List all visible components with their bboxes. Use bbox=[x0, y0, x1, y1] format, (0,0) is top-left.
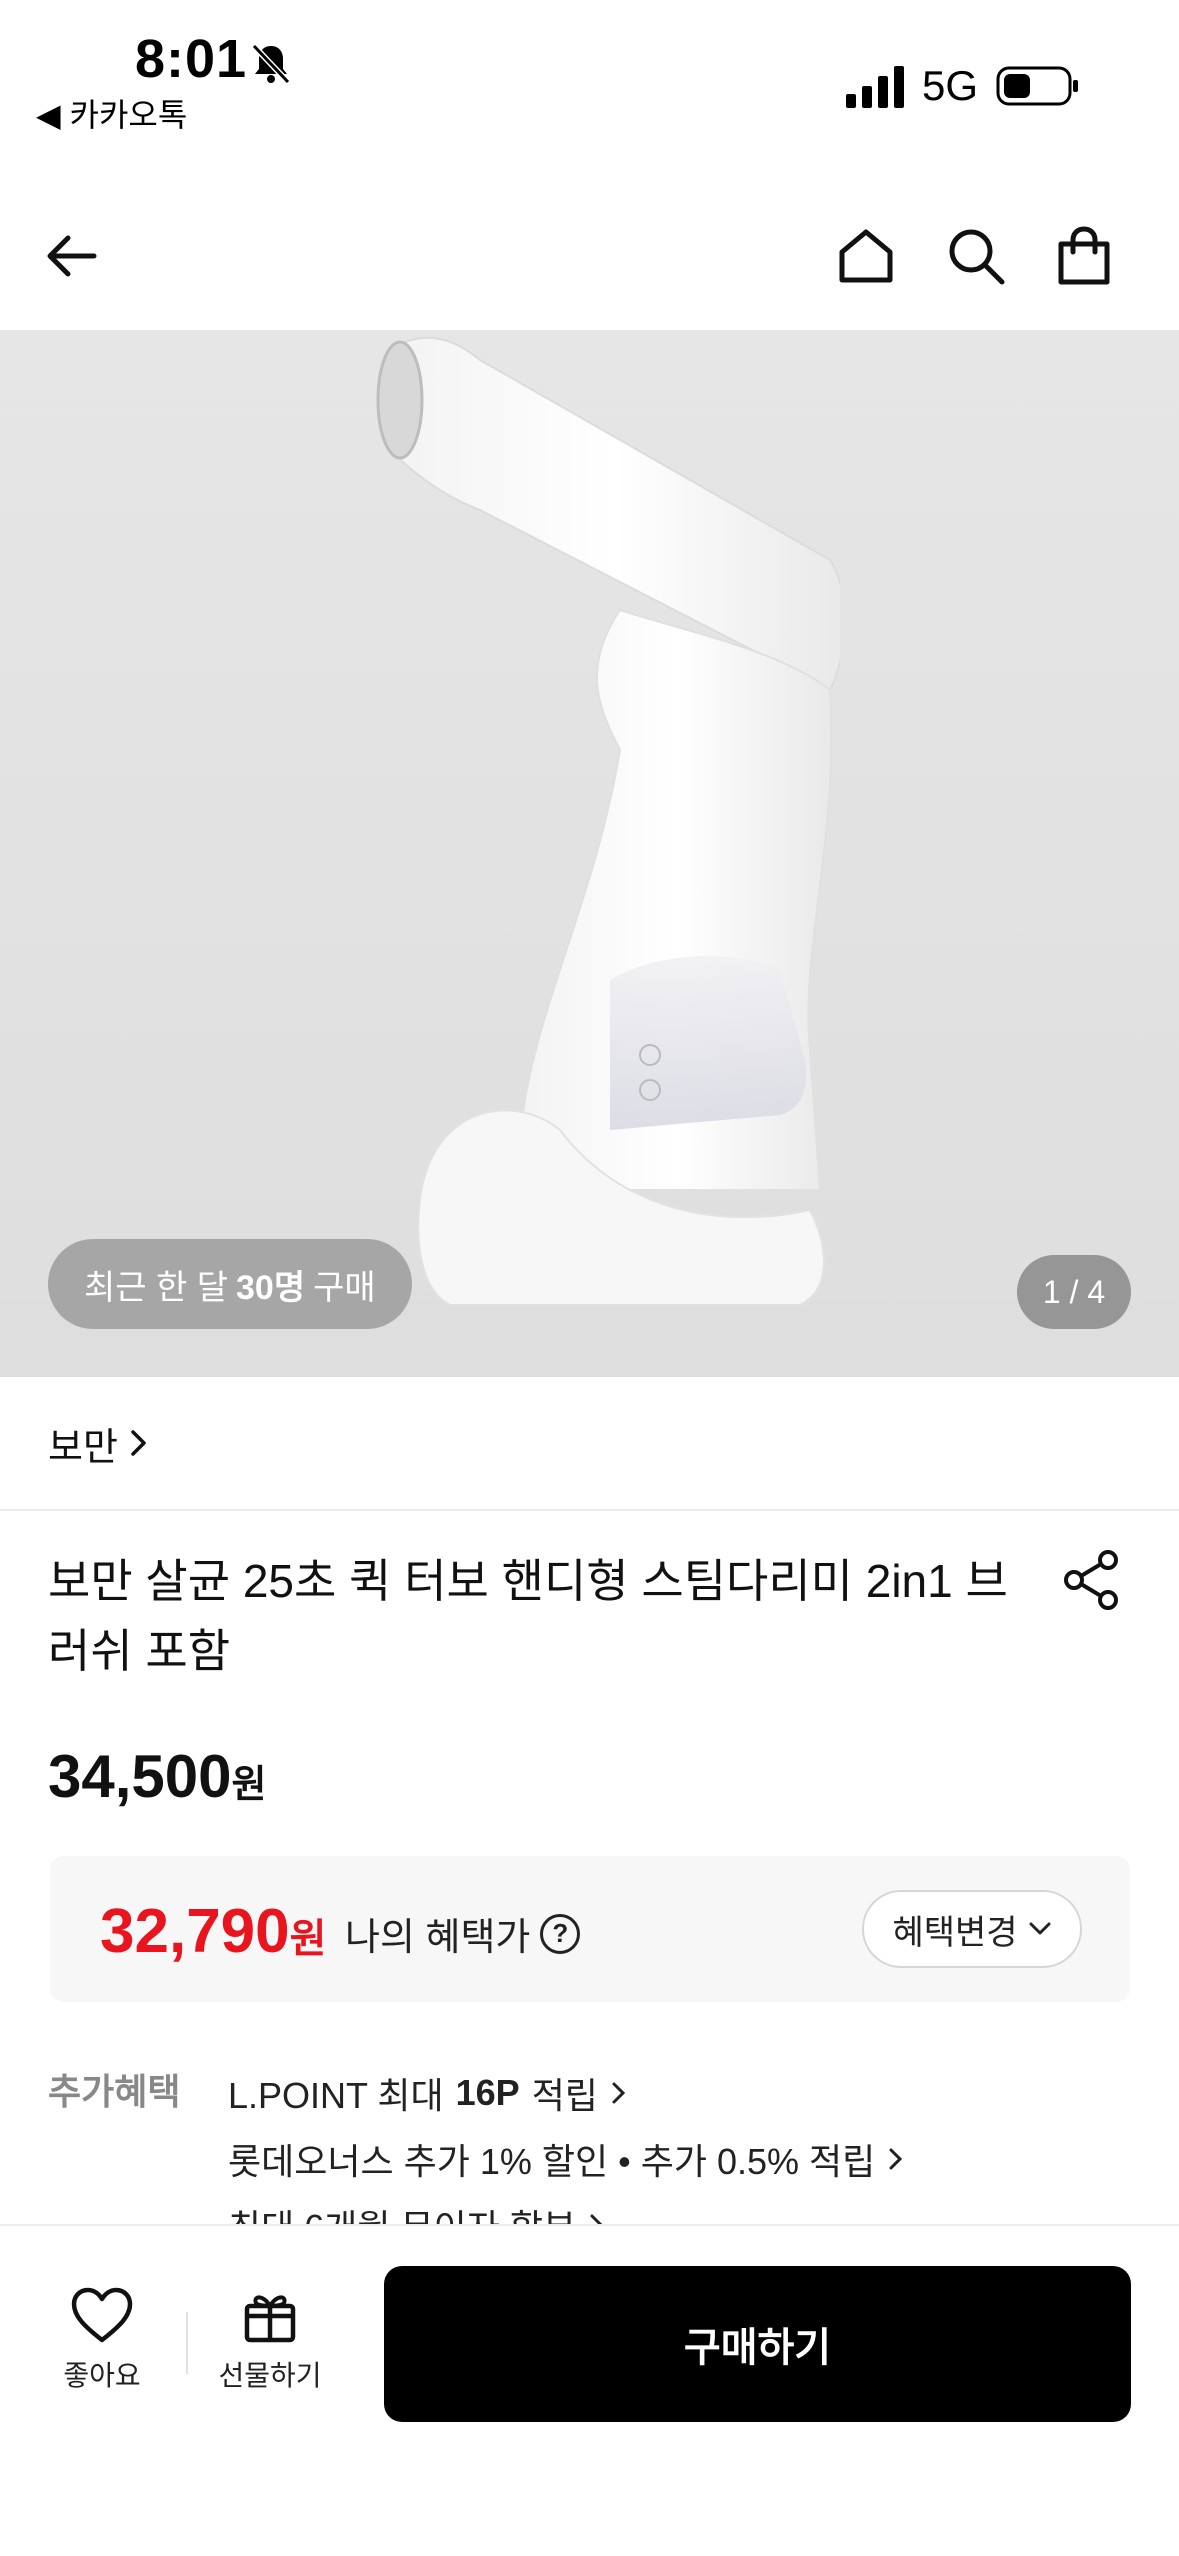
change-benefit-label: 혜택변경 bbox=[892, 1913, 1018, 1952]
extra-item-suffix: 적립 bbox=[531, 2075, 598, 2116]
original-price: 34,500원 bbox=[48, 1742, 266, 1811]
recent-purchase-badge: 최근 한 달 30명 구매 bbox=[48, 1239, 412, 1329]
divider bbox=[186, 2312, 188, 2374]
extra-benefits-label: 추가혜택 bbox=[48, 2071, 181, 2112]
product-image-carousel[interactable]: 최근 한 달 30명 구매 1 / 4 bbox=[0, 330, 1179, 1377]
share-icon[interactable] bbox=[1060, 1548, 1124, 1612]
chevron-down-icon bbox=[1029, 1922, 1051, 1935]
top-navigation bbox=[0, 190, 1179, 330]
back-to-app-link[interactable]: ◀ 카카오톡 bbox=[36, 90, 187, 136]
gift-button[interactable]: 선물하기 bbox=[210, 2286, 330, 2394]
chevron-right-icon bbox=[889, 2148, 903, 2170]
benefit-price-value: 32,790 bbox=[100, 1897, 290, 1966]
image-page-counter: 1 / 4 bbox=[1017, 1255, 1131, 1329]
signal-icon bbox=[846, 66, 904, 108]
home-icon bbox=[839, 229, 893, 283]
cart-button[interactable] bbox=[1044, 216, 1124, 296]
benefit-price: 32,790원 bbox=[100, 1896, 326, 1967]
extra-item-prefix: 롯데오너스 추가 1% 할인 • 추가 0.5% 적립 bbox=[228, 2141, 876, 2182]
bottom-action-bar: 좋아요 선물하기 구매하기 bbox=[0, 2224, 1179, 2556]
help-icon[interactable]: ? bbox=[540, 1913, 581, 1954]
heart-icon bbox=[71, 2287, 133, 2343]
extra-item-prefix: L.POINT 최대 bbox=[228, 2075, 444, 2116]
recent-suffix: 구매 bbox=[313, 1268, 376, 1307]
brand-link[interactable]: 보만 bbox=[0, 1377, 1179, 1511]
benefit-label-text: 나의 혜택가 bbox=[345, 1917, 531, 1959]
product-title: 보만 살균 25초 퀵 터보 핸디형 스팀다리미 2in1 브러쉬 포함 bbox=[48, 1555, 1008, 1677]
status-time: 8:01 bbox=[135, 29, 248, 89]
recent-count: 30명 bbox=[236, 1268, 306, 1307]
benefit-label: 나의 혜택가 ? bbox=[345, 1906, 581, 1961]
bell-muted-icon bbox=[251, 43, 291, 85]
recent-prefix: 최근 한 달 bbox=[84, 1268, 229, 1307]
arrow-left-icon bbox=[47, 235, 97, 277]
search-icon bbox=[949, 229, 1005, 285]
extra-benefit-lotte-owners[interactable]: 롯데오너스 추가 1% 할인 • 추가 0.5% 적립 bbox=[228, 2126, 905, 2192]
brand-name: 보만 bbox=[48, 1426, 118, 1469]
chevron-right-icon bbox=[612, 2082, 626, 2104]
like-label: 좋아요 bbox=[63, 2360, 141, 2391]
gift-icon bbox=[244, 2295, 296, 2343]
benefit-price-unit: 원 bbox=[289, 1917, 327, 1961]
original-price-unit: 원 bbox=[231, 1764, 267, 1806]
battery-icon bbox=[996, 66, 1078, 106]
network-type: 5G bbox=[922, 62, 979, 109]
home-button[interactable] bbox=[826, 216, 906, 296]
gift-label: 선물하기 bbox=[218, 2360, 322, 2391]
shopping-bag-icon bbox=[1058, 226, 1110, 285]
change-benefit-button[interactable]: 혜택변경 bbox=[862, 1890, 1082, 1968]
product-image bbox=[376, 336, 840, 1306]
buy-button[interactable]: 구매하기 bbox=[384, 2266, 1131, 2422]
status-bar: 8:01 ◀ 카카오톡 5G bbox=[0, 0, 1179, 140]
extra-benefit-lpoint[interactable]: L.POINT 최대 16P 적립 bbox=[228, 2060, 905, 2126]
extra-item-bold: 16P bbox=[455, 2072, 520, 2113]
search-button[interactable] bbox=[936, 216, 1016, 296]
like-button[interactable]: 좋아요 bbox=[42, 2286, 162, 2394]
benefit-price-box: 32,790원 나의 혜택가 ? 혜택변경 bbox=[50, 1856, 1130, 2002]
original-price-value: 34,500 bbox=[48, 1743, 232, 1810]
back-button[interactable] bbox=[32, 216, 112, 296]
chevron-right-icon bbox=[131, 1430, 146, 1456]
